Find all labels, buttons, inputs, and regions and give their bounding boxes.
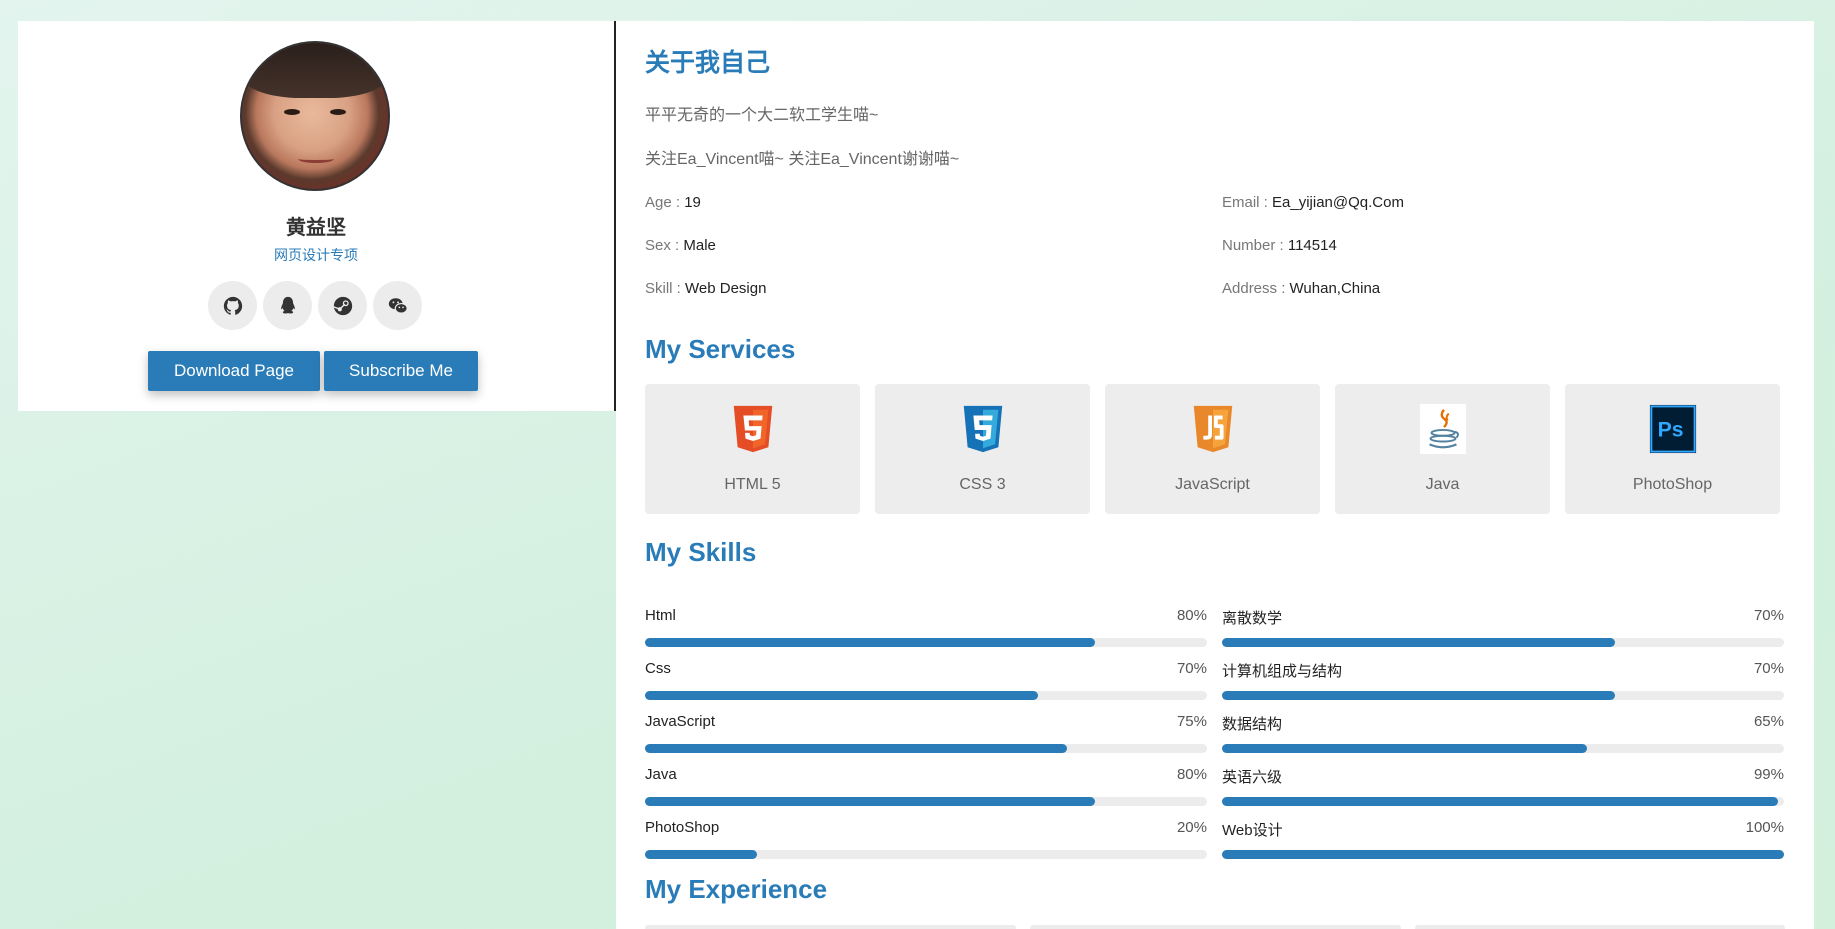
skill-name: JavaScript [645, 713, 716, 730]
social-links [208, 281, 422, 330]
skill-percent: 70% [1753, 607, 1784, 624]
avatar [240, 41, 390, 191]
skill-name: Java [645, 766, 677, 783]
profile-card: 黄益坚 网页设计专项 Download Page Subscribe Me [18, 21, 616, 411]
services-list: HTML 5 CSS 3 JavaScript Java Ps PhotoSho… [645, 384, 1780, 514]
service-card[interactable]: Java [1335, 384, 1550, 514]
skill-progress-bar [645, 691, 1207, 700]
skill-progress-bar [645, 638, 1207, 647]
skill-progress-fill [645, 744, 1067, 753]
info-sex: Sex : Male [645, 237, 716, 254]
skill-progress-bar [645, 797, 1207, 806]
photoshop-icon: Ps [1649, 404, 1697, 454]
service-label: JavaScript [1175, 476, 1250, 493]
html5-icon [733, 405, 773, 453]
about-title: 关于我自己 [645, 49, 771, 77]
skill-percent: 99% [1753, 766, 1784, 783]
skill-progress-fill [1222, 691, 1616, 700]
skill-name: 英语六级 [1222, 769, 1283, 786]
skill-name: Html [645, 607, 676, 624]
skill-name: 数据结构 [1222, 716, 1283, 733]
skill-progress-fill [645, 638, 1095, 647]
skill-progress-fill [1222, 850, 1784, 859]
experience-card [645, 925, 1016, 929]
about-line-1: 平平无奇的一个大二软工学生喵~ [645, 107, 879, 124]
service-label: HTML 5 [724, 476, 781, 493]
skill-percent: 70% [1753, 660, 1784, 677]
main-content: 关于我自己 平平无奇的一个大二软工学生喵~ 关注Ea_Vincent喵~ 关注E… [616, 21, 1814, 929]
skill-percent: 100% [1745, 819, 1784, 836]
skill-percent: 80% [1176, 766, 1207, 783]
experience-card [1030, 925, 1401, 929]
service-label: CSS 3 [959, 476, 1006, 493]
info-age: Age : 19 [645, 194, 701, 211]
skill-progress-bar [1222, 638, 1784, 647]
service-card[interactable]: CSS 3 [875, 384, 1090, 514]
skill-name: Web设计 [1222, 822, 1283, 839]
skill-progress-bar [1222, 797, 1784, 806]
skill-progress-fill [1222, 744, 1588, 753]
service-card[interactable]: JavaScript [1105, 384, 1320, 514]
svg-text:Ps: Ps [1658, 419, 1684, 442]
services-title: My Services [645, 334, 796, 364]
service-card[interactable]: Ps PhotoShop [1565, 384, 1780, 514]
experience-title: My Experience [645, 874, 828, 904]
info-address: Address : Wuhan,China [1222, 280, 1381, 297]
skill-progress-fill [1222, 638, 1616, 647]
about-line-2: 关注Ea_Vincent喵~ 关注Ea_Vincent谢谢喵~ [645, 151, 960, 168]
skill-progress-bar [645, 744, 1207, 753]
qq-icon[interactable] [263, 281, 312, 330]
skill-percent: 65% [1753, 713, 1784, 730]
skill-name: Css [645, 660, 671, 677]
skill-progress-fill [645, 797, 1095, 806]
info-skill: Skill : Web Design [645, 280, 767, 297]
javascript-icon [1193, 405, 1233, 453]
java-icon [1419, 404, 1467, 454]
download-page-button[interactable]: Download Page [148, 351, 320, 391]
profile-name: 黄益坚 [286, 217, 346, 239]
subscribe-button[interactable]: Subscribe Me [324, 351, 478, 391]
skill-percent: 80% [1176, 607, 1207, 624]
skill-name: 离散数学 [1222, 610, 1283, 627]
skill-progress-bar [645, 850, 1207, 859]
skill-percent: 70% [1176, 660, 1207, 677]
steam-icon[interactable] [318, 281, 367, 330]
profile-subtitle: 网页设计专项 [274, 247, 358, 263]
skill-progress-fill [645, 691, 1039, 700]
skill-name: 计算机组成与结构 [1222, 663, 1343, 680]
service-label: Java [1425, 476, 1460, 493]
info-number: Number : 114514 [1222, 237, 1337, 254]
service-label: PhotoShop [1632, 476, 1713, 493]
wechat-icon[interactable] [373, 281, 422, 330]
skill-percent: 20% [1176, 819, 1207, 836]
skills-title: My Skills [645, 537, 757, 567]
skill-progress-fill [1222, 797, 1779, 806]
skill-percent: 75% [1176, 713, 1207, 730]
experience-card [1415, 925, 1785, 929]
service-card[interactable]: HTML 5 [645, 384, 860, 514]
skill-progress-bar [1222, 744, 1784, 753]
skill-progress-bar [1222, 691, 1784, 700]
skill-progress-fill [645, 850, 758, 859]
info-email: Email : Ea_yijian@Qq.Com [1222, 194, 1404, 211]
skill-name: PhotoShop [645, 819, 720, 836]
skill-progress-bar [1222, 850, 1784, 859]
css3-icon [963, 405, 1003, 453]
github-icon[interactable] [208, 281, 257, 330]
